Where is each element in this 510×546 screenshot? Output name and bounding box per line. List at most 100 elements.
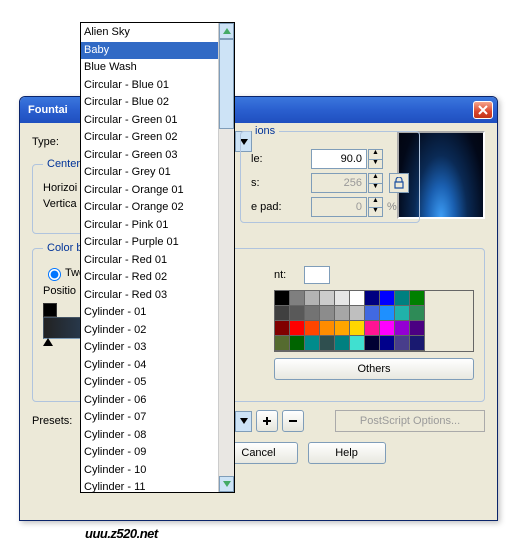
palette-swatch[interactable]: [290, 336, 305, 351]
steps-spinner: ▲▼: [368, 173, 383, 193]
dropdown-item[interactable]: Cylinder - 05: [81, 374, 218, 392]
presets-label: Presets:: [32, 415, 80, 427]
dropdown-item[interactable]: Cylinder - 08: [81, 427, 218, 445]
palette-swatch[interactable]: [395, 336, 410, 351]
dropdown-item[interactable]: Baby: [81, 42, 218, 60]
palette-swatch[interactable]: [350, 321, 365, 336]
scroll-down-button[interactable]: [219, 476, 234, 492]
palette-swatch[interactable]: [380, 291, 395, 306]
current-label: nt:: [274, 269, 300, 281]
palette-swatch[interactable]: [410, 306, 425, 321]
dropdown-item[interactable]: Cylinder - 10: [81, 462, 218, 480]
scrollbar[interactable]: [218, 23, 234, 492]
dropdown-item[interactable]: Cylinder - 01: [81, 304, 218, 322]
palette-swatch[interactable]: [275, 321, 290, 336]
scroll-up-button[interactable]: [219, 23, 234, 39]
dropdown-item[interactable]: Cylinder - 04: [81, 357, 218, 375]
palette-swatch[interactable]: [275, 291, 290, 306]
chevron-down-icon[interactable]: [235, 412, 251, 431]
dropdown-item[interactable]: Circular - Green 03: [81, 147, 218, 165]
dropdown-item[interactable]: Circular - Red 02: [81, 269, 218, 287]
palette-swatch[interactable]: [320, 306, 335, 321]
palette-swatch[interactable]: [335, 291, 350, 306]
palette-swatch[interactable]: [350, 306, 365, 321]
palette-swatch[interactable]: [320, 321, 335, 336]
dropdown-item[interactable]: Circular - Blue 01: [81, 77, 218, 95]
dropdown-item[interactable]: Circular - Red 03: [81, 287, 218, 305]
palette-swatch[interactable]: [305, 336, 320, 351]
palette-swatch[interactable]: [335, 321, 350, 336]
palette-swatch[interactable]: [410, 321, 425, 336]
color-palette[interactable]: [274, 290, 474, 352]
dropdown-item[interactable]: Blue Wash: [81, 59, 218, 77]
dropdown-item[interactable]: Alien Sky: [81, 24, 218, 42]
palette-swatch[interactable]: [395, 306, 410, 321]
current-color-box[interactable]: [304, 266, 330, 284]
palette-swatch[interactable]: [275, 336, 290, 351]
two-color-radio[interactable]: [48, 268, 61, 281]
palette-swatch[interactable]: [290, 306, 305, 321]
postscript-options-button: PostScript Options...: [335, 410, 485, 432]
scroll-track[interactable]: [219, 39, 234, 476]
dropdown-item[interactable]: Circular - Pink 01: [81, 217, 218, 235]
dropdown-item[interactable]: Circular - Blue 02: [81, 94, 218, 112]
steps-label: s:: [251, 177, 311, 189]
gradient-marker-left[interactable]: [43, 338, 53, 346]
lock-button[interactable]: [389, 173, 409, 193]
palette-swatch[interactable]: [290, 321, 305, 336]
dropdown-item[interactable]: Cylinder - 07: [81, 409, 218, 427]
type-label: Type:: [32, 136, 80, 148]
dropdown-item[interactable]: Cylinder - 06: [81, 392, 218, 410]
palette-swatch[interactable]: [320, 291, 335, 306]
from-color-swatch[interactable]: [43, 303, 57, 317]
dropdown-item[interactable]: Circular - Green 02: [81, 129, 218, 147]
edgepad-label: e pad:: [251, 201, 311, 213]
palette-swatch[interactable]: [335, 336, 350, 351]
dropdown-item[interactable]: Circular - Red 01: [81, 252, 218, 270]
dropdown-item[interactable]: Circular - Green 01: [81, 112, 218, 130]
dialog-title: Fountai: [28, 104, 68, 116]
dropdown-item[interactable]: Circular - Orange 01: [81, 182, 218, 200]
watermark-text: uuu.z520.net: [85, 526, 158, 541]
palette-swatch[interactable]: [365, 336, 380, 351]
angle-input[interactable]: [311, 149, 367, 169]
palette-swatch[interactable]: [395, 321, 410, 336]
dropdown-item[interactable]: Cylinder - 11: [81, 479, 218, 492]
palette-swatch[interactable]: [305, 321, 320, 336]
angle-spinner[interactable]: ▲▼: [368, 149, 383, 169]
chevron-down-icon: [223, 481, 231, 487]
palette-swatch[interactable]: [410, 336, 425, 351]
palette-swatch[interactable]: [290, 291, 305, 306]
palette-swatch[interactable]: [305, 291, 320, 306]
options-legend: ions: [251, 125, 279, 137]
close-button[interactable]: [473, 101, 493, 119]
remove-preset-button[interactable]: [282, 410, 304, 432]
palette-swatch[interactable]: [380, 336, 395, 351]
help-button[interactable]: Help: [308, 442, 386, 464]
palette-swatch[interactable]: [335, 306, 350, 321]
others-button[interactable]: Others: [274, 358, 474, 380]
palette-swatch[interactable]: [350, 291, 365, 306]
palette-swatch[interactable]: [350, 336, 365, 351]
dropdown-item[interactable]: Cylinder - 02: [81, 322, 218, 340]
palette-swatch[interactable]: [320, 336, 335, 351]
palette-swatch[interactable]: [380, 306, 395, 321]
add-preset-button[interactable]: [256, 410, 278, 432]
palette-swatch[interactable]: [365, 306, 380, 321]
presets-dropdown-list[interactable]: Alien SkyBabyBlue WashCircular - Blue 01…: [80, 22, 235, 493]
scroll-thumb[interactable]: [219, 39, 234, 129]
palette-swatch[interactable]: [410, 291, 425, 306]
palette-swatch[interactable]: [305, 306, 320, 321]
percent-unit: %: [387, 201, 397, 213]
palette-swatch[interactable]: [365, 321, 380, 336]
dropdown-item[interactable]: Cylinder - 03: [81, 339, 218, 357]
palette-swatch[interactable]: [395, 291, 410, 306]
edgepad-input: [311, 197, 367, 217]
dropdown-item[interactable]: Circular - Purple 01: [81, 234, 218, 252]
dropdown-item[interactable]: Circular - Orange 02: [81, 199, 218, 217]
palette-swatch[interactable]: [275, 306, 290, 321]
dropdown-item[interactable]: Circular - Grey 01: [81, 164, 218, 182]
palette-swatch[interactable]: [380, 321, 395, 336]
dropdown-item[interactable]: Cylinder - 09: [81, 444, 218, 462]
palette-swatch[interactable]: [365, 291, 380, 306]
